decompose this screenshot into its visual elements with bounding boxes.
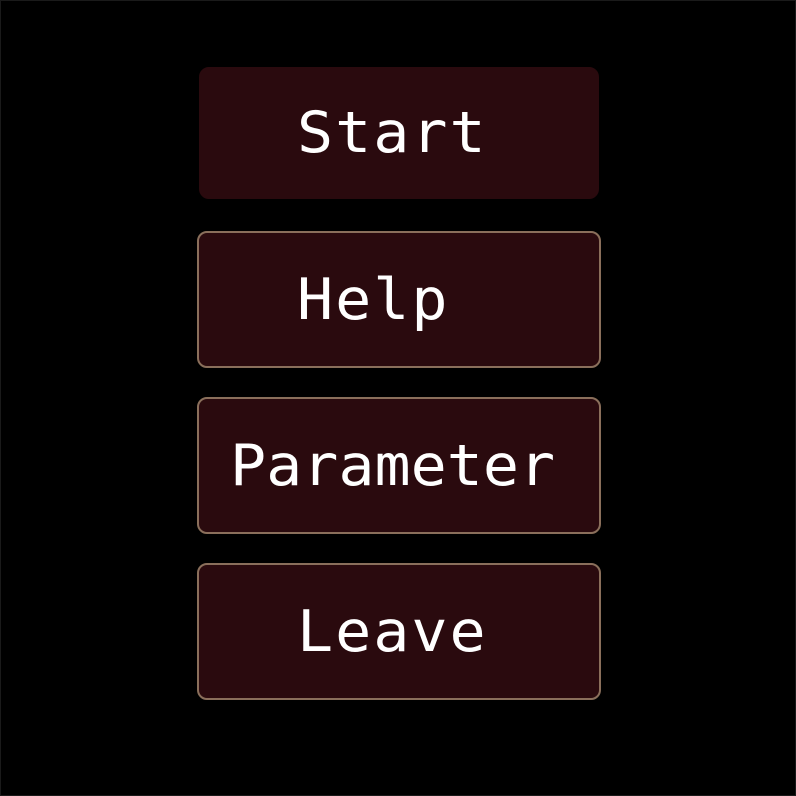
parameter-button[interactable]: Parameter bbox=[197, 397, 601, 534]
leave-button[interactable]: Leave bbox=[197, 563, 601, 700]
start-button-label: Start bbox=[297, 99, 488, 167]
parameter-button-label: Parameter bbox=[230, 432, 556, 499]
leave-button-label: Leave bbox=[297, 598, 488, 665]
help-button-label: Help bbox=[297, 266, 450, 333]
help-button[interactable]: Help bbox=[197, 231, 601, 368]
game-screen: Start Help Parameter Leave bbox=[0, 0, 796, 796]
start-button[interactable]: Start bbox=[199, 67, 599, 199]
